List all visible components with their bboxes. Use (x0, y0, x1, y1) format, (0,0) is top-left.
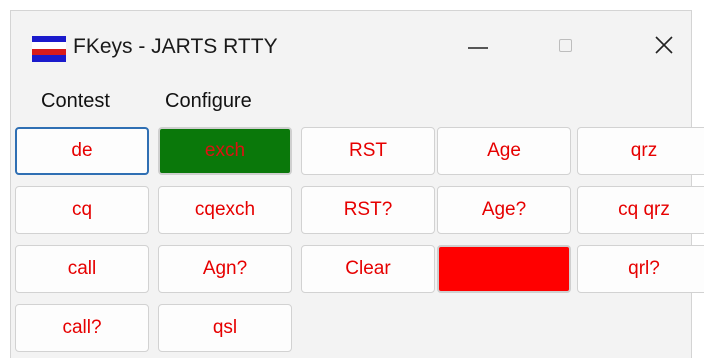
fkey-rst-query-button[interactable]: RST? (301, 186, 435, 234)
fkey-cqexch-button[interactable]: cqexch (158, 186, 292, 234)
menu-configure[interactable]: Configure (161, 90, 256, 113)
app-flag-icon (32, 36, 66, 63)
maximize-icon (559, 39, 572, 52)
fkey-age-query-button[interactable]: Age? (437, 186, 571, 234)
fkey-exch-button[interactable]: exch (158, 127, 292, 175)
fkey-qrl-button[interactable]: qrl? (577, 245, 704, 293)
fkey-call-button[interactable]: call (15, 245, 149, 293)
fkey-qsl-button[interactable]: qsl (158, 304, 292, 352)
maximize-button[interactable] (542, 25, 592, 65)
close-icon (655, 36, 673, 54)
fkey-qrz-button[interactable]: qrz (577, 127, 704, 175)
fkeys-window: FKeys - JARTS RTTY Contest Configure de … (10, 10, 704, 358)
fkey-de-button[interactable]: de (15, 127, 149, 175)
fkey-call-query-button[interactable]: call? (15, 304, 149, 352)
menu-contest[interactable]: Contest (37, 90, 114, 113)
title-bar[interactable]: FKeys - JARTS RTTY (11, 11, 691, 81)
close-button[interactable] (639, 25, 689, 65)
window-title: FKeys - JARTS RTTY (73, 35, 278, 58)
fkey-age-button[interactable]: Age (437, 127, 571, 175)
fkey-clear-button[interactable]: Clear (301, 245, 435, 293)
fkey-agn-button[interactable]: Agn? (158, 245, 292, 293)
minimize-button[interactable] (454, 25, 504, 65)
fkey-rst-button[interactable]: RST (301, 127, 435, 175)
fkey-red-status-button[interactable] (437, 245, 571, 293)
minimize-icon (468, 47, 488, 49)
fkey-cq-qrz-button[interactable]: cq qrz (577, 186, 704, 234)
fkey-cq-button[interactable]: cq (15, 186, 149, 234)
menu-bar: Contest Configure (11, 86, 691, 118)
